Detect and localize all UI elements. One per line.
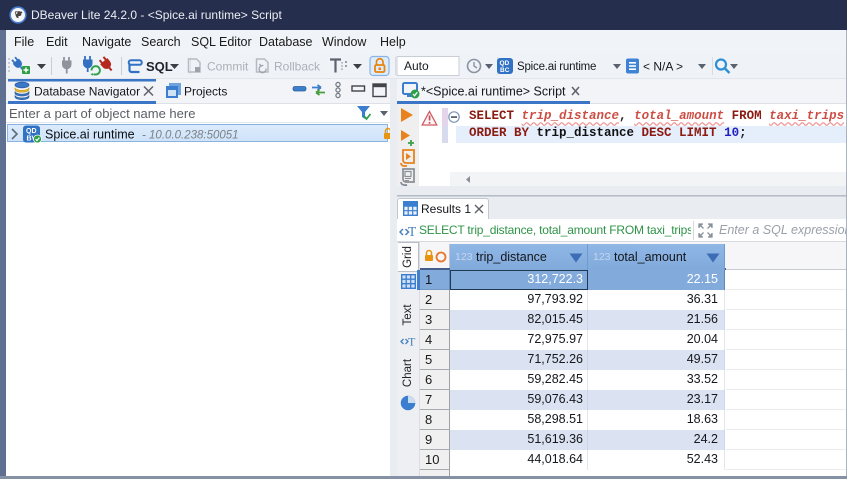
svg-text:BC: BC [500, 67, 510, 74]
svg-text:Rollback: Rollback [274, 60, 321, 74]
svg-text:Spice.ai runtime: Spice.ai runtime [45, 128, 135, 142]
svg-text:T: T [408, 335, 416, 349]
svg-text:< N/A >: < N/A > [643, 60, 683, 74]
svg-text:QD: QD [26, 128, 37, 135]
svg-text:Projects: Projects [184, 85, 227, 99]
svg-text:T: T [408, 224, 417, 238]
svg-text:*<Spice.ai runtime> Script: *<Spice.ai runtime> Script [421, 85, 566, 99]
svg-text:Database Navigator: Database Navigator [34, 85, 140, 99]
svg-text:SQL: SQL [146, 59, 173, 74]
svg-text:Spice.ai runtime: Spice.ai runtime [517, 61, 596, 73]
svg-text:QD: QD [500, 60, 510, 67]
svg-text:Auto: Auto [404, 59, 429, 73]
svg-text:Commit: Commit [207, 60, 249, 74]
svg-text:- 10.0.0.238:50051: - 10.0.0.238:50051 [142, 130, 239, 142]
